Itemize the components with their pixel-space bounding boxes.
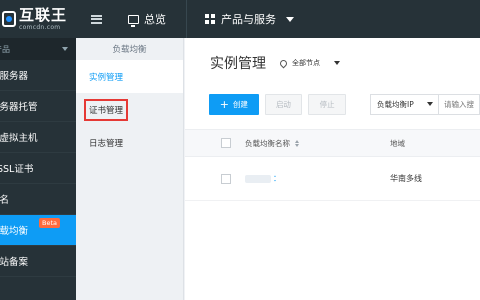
nav-overview[interactable]: 总览 bbox=[116, 0, 187, 38]
start-label: 启动 bbox=[275, 99, 291, 109]
beta-badge: Beta bbox=[39, 218, 60, 228]
column-header-region: 地域 bbox=[390, 138, 405, 148]
sort-icon bbox=[295, 139, 299, 147]
plus-icon: + bbox=[219, 97, 229, 111]
sidebar-item-label: 云虚拟主机 bbox=[0, 133, 38, 144]
brand-subtitle: comcdn.com bbox=[19, 23, 61, 31]
sidebar-group-label: 产品 bbox=[0, 44, 10, 54]
nav-products-dropdown[interactable]: 产品与服务 bbox=[187, 0, 294, 38]
sidebar-item-label: 负载均衡 bbox=[0, 226, 29, 237]
sidebar-item-load-balancer[interactable]: 负载均衡 Beta bbox=[0, 215, 76, 246]
sidebar-item-virtual-host[interactable]: 云虚拟主机 bbox=[0, 122, 76, 153]
create-label: 创建 bbox=[232, 99, 248, 109]
nav-products-label: 产品与服务 bbox=[221, 13, 276, 26]
brand-logo[interactable]: 互联王 comcdn.com bbox=[0, 0, 76, 38]
grid-icon bbox=[205, 14, 215, 24]
region-selector[interactable]: 全部节点 bbox=[278, 58, 340, 68]
monitor-icon bbox=[128, 14, 139, 27]
page-header: 实例管理 全部节点 bbox=[185, 38, 480, 88]
sidebar-item-icp[interactable]: 网站备案 bbox=[0, 246, 76, 277]
top-bar: 互联王 comcdn.com 总览 产品与服务 bbox=[0, 0, 480, 38]
chevron-down-icon bbox=[286, 16, 294, 22]
region-label: 全部节点 bbox=[292, 59, 320, 67]
page-title: 实例管理 bbox=[210, 56, 266, 72]
subnav-certificate-management[interactable]: 证书管理 bbox=[76, 93, 183, 126]
sub-sidebar-title: 负载均衡 bbox=[112, 45, 147, 55]
subnav-instance-management[interactable]: 实例管理 bbox=[76, 60, 183, 93]
nav-overview-label: 总览 bbox=[144, 13, 166, 26]
start-button[interactable]: 启动 bbox=[264, 93, 303, 115]
filter-type-label: 负载均衡IP bbox=[377, 99, 414, 109]
sidebar-item-label: SSL证书 bbox=[0, 164, 34, 175]
sidebar-group-header[interactable]: 产品 bbox=[0, 38, 76, 60]
brand-name: 互联王 bbox=[19, 5, 68, 24]
filter-type-select[interactable]: 负载均衡IP bbox=[371, 94, 439, 114]
create-button[interactable]: + 创建 bbox=[209, 93, 259, 115]
sub-sidebar: 负载均衡 实例管理 证书管理 日志管理 bbox=[76, 38, 184, 300]
redacted-name bbox=[245, 174, 271, 183]
toolbar: + 创建 启动 停止 负载均衡IP bbox=[185, 88, 480, 120]
stop-button[interactable]: 停止 bbox=[308, 93, 346, 115]
chevron-down-icon bbox=[427, 101, 433, 106]
sidebar-item-cloud-server[interactable]: 云服务器 bbox=[0, 60, 76, 91]
instance-name-link[interactable]: ： bbox=[245, 173, 390, 184]
column-header-name[interactable]: 负载均衡名称 bbox=[245, 138, 390, 149]
menu-toggle-button[interactable] bbox=[76, 0, 116, 38]
sidebar-item-label: 网站备案 bbox=[0, 257, 29, 268]
instance-table: 负载均衡名称 地域 ： 华南多线 bbox=[185, 129, 480, 201]
row-checkbox[interactable] bbox=[221, 173, 231, 184]
search-input[interactable] bbox=[439, 94, 479, 114]
subnav-label: 日志管理 bbox=[89, 138, 124, 149]
subnav-label: 证书管理 bbox=[83, 98, 129, 121]
stop-label: 停止 bbox=[319, 99, 335, 109]
sidebar-item-label: 服务器托管 bbox=[0, 102, 38, 113]
sidebar-item-label: 域名 bbox=[0, 195, 10, 206]
sidebar: 产品 云服务器 服务器托管 云虚拟主机 SSL证书 域名 负载均衡 Beta 网… bbox=[0, 38, 76, 300]
subnav-label: 实例管理 bbox=[89, 72, 124, 83]
sidebar-item-ssl[interactable]: SSL证书 bbox=[0, 153, 76, 184]
subnav-log-management[interactable]: 日志管理 bbox=[76, 126, 183, 159]
main-content: 实例管理 全部节点 + 创建 启动 停止 负载均衡IP 请输入搜 负载均衡名称 … bbox=[185, 38, 480, 300]
hamburger-icon bbox=[90, 14, 102, 24]
chevron-down-icon bbox=[334, 61, 340, 65]
table-header: 负载均衡名称 地域 bbox=[185, 129, 480, 157]
logo-icon bbox=[2, 11, 16, 27]
sidebar-item-server-hosting[interactable]: 服务器托管 bbox=[0, 91, 76, 122]
location-pin-icon bbox=[278, 58, 289, 68]
sidebar-item-label: 云服务器 bbox=[0, 71, 29, 82]
chevron-down-icon bbox=[62, 47, 68, 51]
table-row: ： 华南多线 bbox=[185, 157, 480, 201]
sidebar-item-domain[interactable]: 域名 bbox=[0, 184, 76, 215]
search-filter: 负载均衡IP bbox=[370, 93, 480, 115]
instance-region: 华南多线 bbox=[390, 174, 422, 183]
select-all-checkbox[interactable] bbox=[221, 138, 231, 148]
